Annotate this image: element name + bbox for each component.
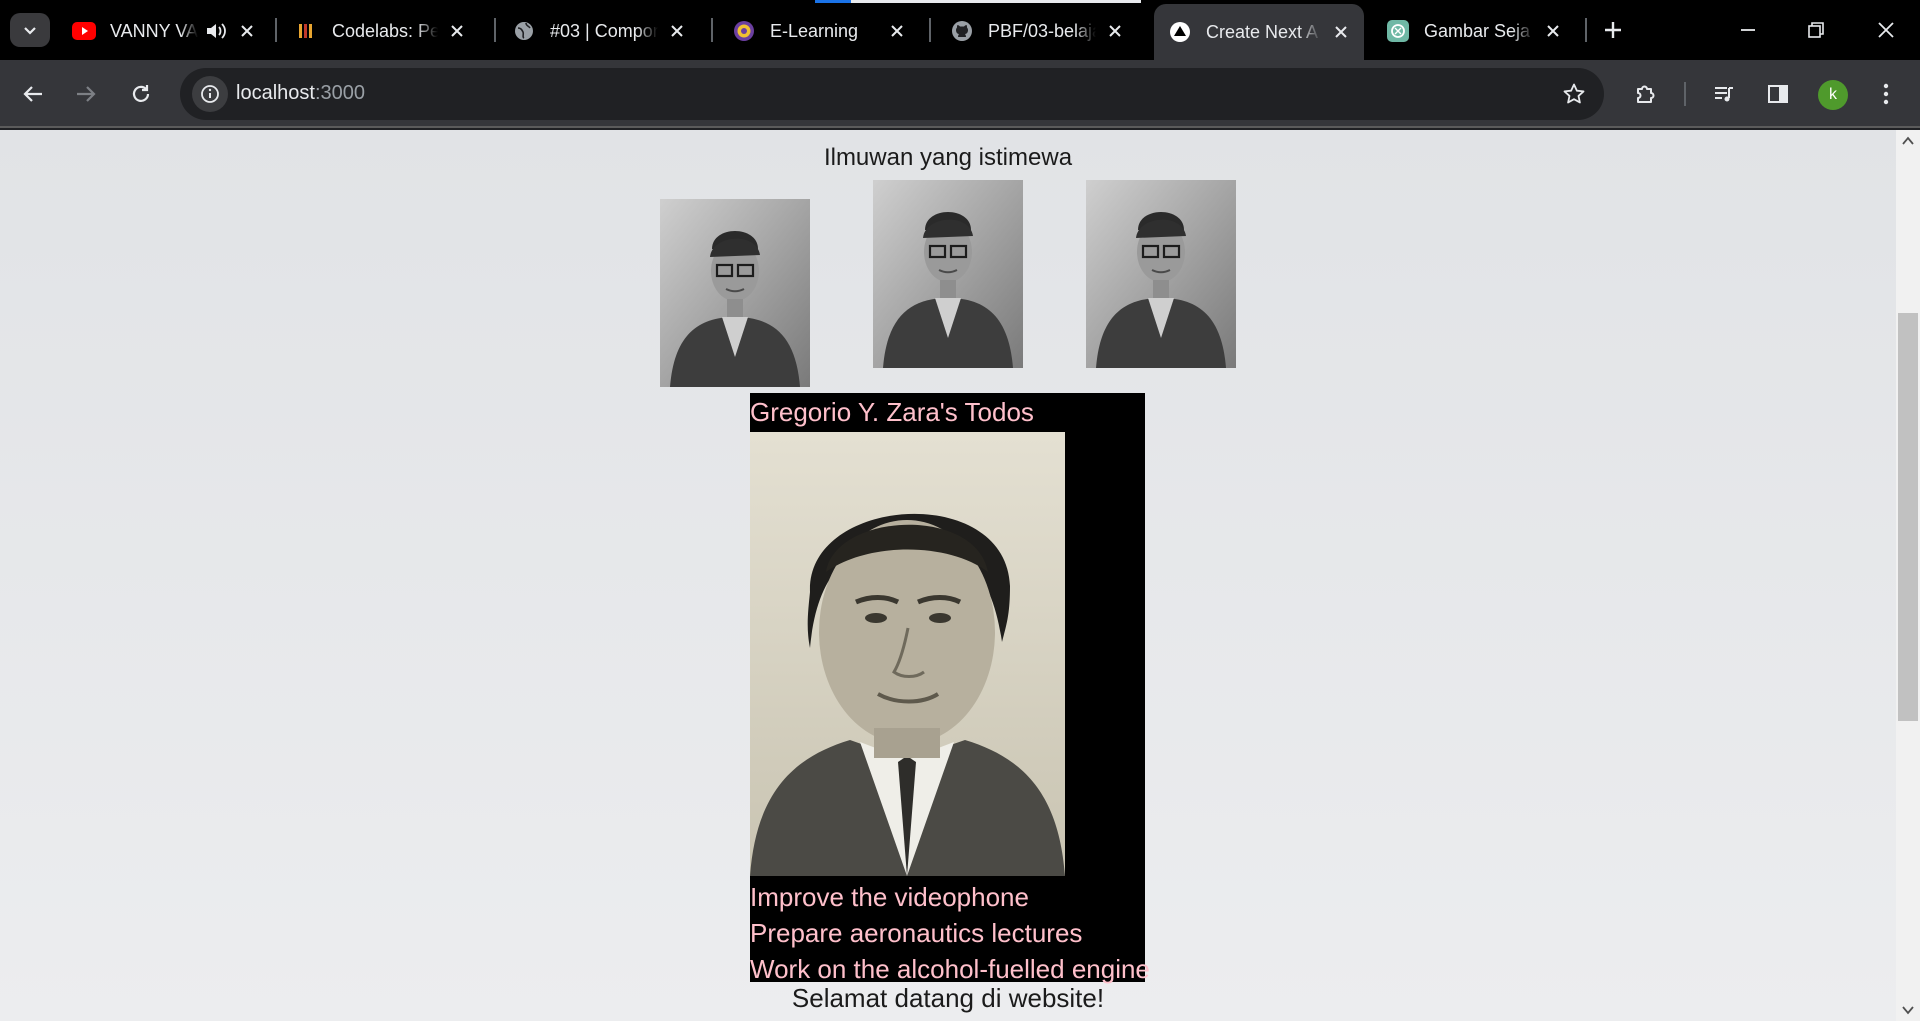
reload-button[interactable] [123, 76, 159, 112]
info-icon [201, 85, 219, 103]
tab-separator [1585, 18, 1587, 42]
tab-gambar[interactable]: Gambar Seja [1384, 6, 1574, 56]
close-tab-icon[interactable] [1104, 20, 1126, 42]
tab-github[interactable]: PBF/03-belaja [946, 6, 1136, 56]
close-tab-icon[interactable] [886, 20, 908, 42]
tab-title: PBF/03-belaja [988, 20, 1096, 41]
more-vert-icon [1883, 83, 1889, 105]
scrollbar-thumb[interactable] [1898, 313, 1918, 721]
codelabs-icon [294, 19, 318, 43]
close-window-button[interactable] [1866, 10, 1906, 50]
tab-vanny[interactable]: VANNY VA [68, 6, 268, 56]
scroll-down-arrow[interactable] [1896, 1001, 1920, 1019]
scientist-portrait-1 [660, 199, 810, 387]
tab-create-next-app[interactable]: Create Next A [1154, 4, 1364, 60]
star-icon [1563, 83, 1585, 104]
puzzle-icon [1637, 85, 1655, 103]
profile-avatar[interactable]: k [1818, 80, 1848, 110]
close-tab-icon[interactable] [446, 20, 468, 42]
browser-toolbar: localhost:3000 k [0, 60, 1920, 128]
welcome-text: Selamat datang di website! [791, 983, 1105, 1013]
chatgpt-icon [1386, 19, 1410, 43]
tab-title: Codelabs: Pen [332, 20, 438, 41]
tab-separator [494, 18, 496, 42]
caret-up-icon [1902, 136, 1914, 145]
todo-list: Improve the videophone Prepare aeronauti… [750, 879, 1150, 987]
page-scrollbar[interactable] [1896, 130, 1920, 1021]
todo-item: Prepare aeronautics lectures [750, 918, 1083, 948]
globe-icon [512, 19, 536, 43]
new-tab-button[interactable] [1597, 14, 1629, 46]
restore-button[interactable] [1796, 10, 1836, 50]
extensions-button[interactable] [1628, 76, 1664, 112]
arrow-right-icon [77, 86, 96, 102]
restore-icon [1808, 22, 1824, 38]
profile-card: Gregorio Y. Zara's Todos Improve the vid… [750, 393, 1150, 984]
tab-separator [275, 18, 277, 42]
todo-item: Improve the videophone [750, 882, 1029, 912]
plus-icon [1605, 22, 1621, 38]
bookmark-button[interactable] [1558, 78, 1590, 110]
media-controls-button[interactable] [1706, 76, 1742, 112]
minimize-icon [1741, 29, 1755, 31]
toolbar-divider [1684, 82, 1686, 106]
tab-loading-indicator [815, 0, 851, 3]
scroll-up-arrow[interactable] [1896, 132, 1920, 150]
tab-separator [711, 18, 713, 42]
close-tab-icon[interactable] [236, 20, 258, 42]
scientist-portrait-3 [1086, 180, 1236, 368]
close-tab-icon[interactable] [1330, 21, 1352, 43]
close-icon [1878, 22, 1894, 38]
back-button[interactable] [15, 76, 51, 112]
university-seal-icon [732, 19, 756, 43]
url-port: :3000 [314, 82, 365, 104]
chevron-down-icon [24, 27, 36, 35]
youtube-icon [72, 19, 96, 43]
reload-icon [132, 85, 150, 102]
close-tab-icon[interactable] [666, 20, 688, 42]
queue-music-icon [1715, 87, 1733, 102]
close-tab-icon[interactable] [1542, 20, 1564, 42]
page-viewport: Ilmuwan yang istimewa Gregorio Y. Zara's… [0, 130, 1896, 1021]
url-text[interactable]: localhost:3000 [236, 82, 365, 105]
speaker-icon[interactable] [204, 19, 228, 43]
nextjs-triangle-icon [1168, 20, 1192, 44]
tab-title: #03 | Compon [550, 20, 658, 41]
tab-title: E-Learning [770, 20, 859, 41]
page-heading: Ilmuwan yang istimewa [823, 144, 1073, 171]
side-panel-icon [1768, 85, 1788, 103]
tab-title: Create Next A [1206, 21, 1319, 42]
tab-strip: VANNY VA Codelabs: Pen #03 | Compon [0, 0, 1920, 60]
side-panel-button[interactable] [1760, 76, 1796, 112]
tab-elearning[interactable]: E-Learning [728, 6, 918, 56]
minimize-button[interactable] [1728, 10, 1768, 50]
tab-search-button[interactable] [10, 13, 50, 47]
tab-loading-track [851, 0, 1141, 3]
todo-item: Work on the alcohol-fuelled engine [750, 954, 1150, 984]
tab-title: VANNY VA [110, 20, 198, 41]
forward-button[interactable] [68, 76, 104, 112]
profile-name: Gregorio Y. Zara's Todos [750, 397, 1034, 427]
tab-codelabs[interactable]: Codelabs: Pen [290, 6, 478, 56]
url-host: localhost [236, 82, 315, 104]
tab-separator [929, 18, 931, 42]
profile-portrait [750, 432, 1065, 876]
caret-down-icon [1902, 1006, 1914, 1015]
scientist-portrait-2 [873, 180, 1023, 368]
tab-components[interactable]: #03 | Compon [508, 6, 698, 56]
github-icon [950, 19, 974, 43]
chrome-menu-button[interactable] [1868, 76, 1904, 112]
arrow-left-icon [23, 86, 42, 102]
tab-title: Gambar Seja [1424, 20, 1531, 41]
address-bar[interactable]: localhost:3000 [180, 68, 1604, 120]
site-info-button[interactable] [192, 76, 228, 112]
